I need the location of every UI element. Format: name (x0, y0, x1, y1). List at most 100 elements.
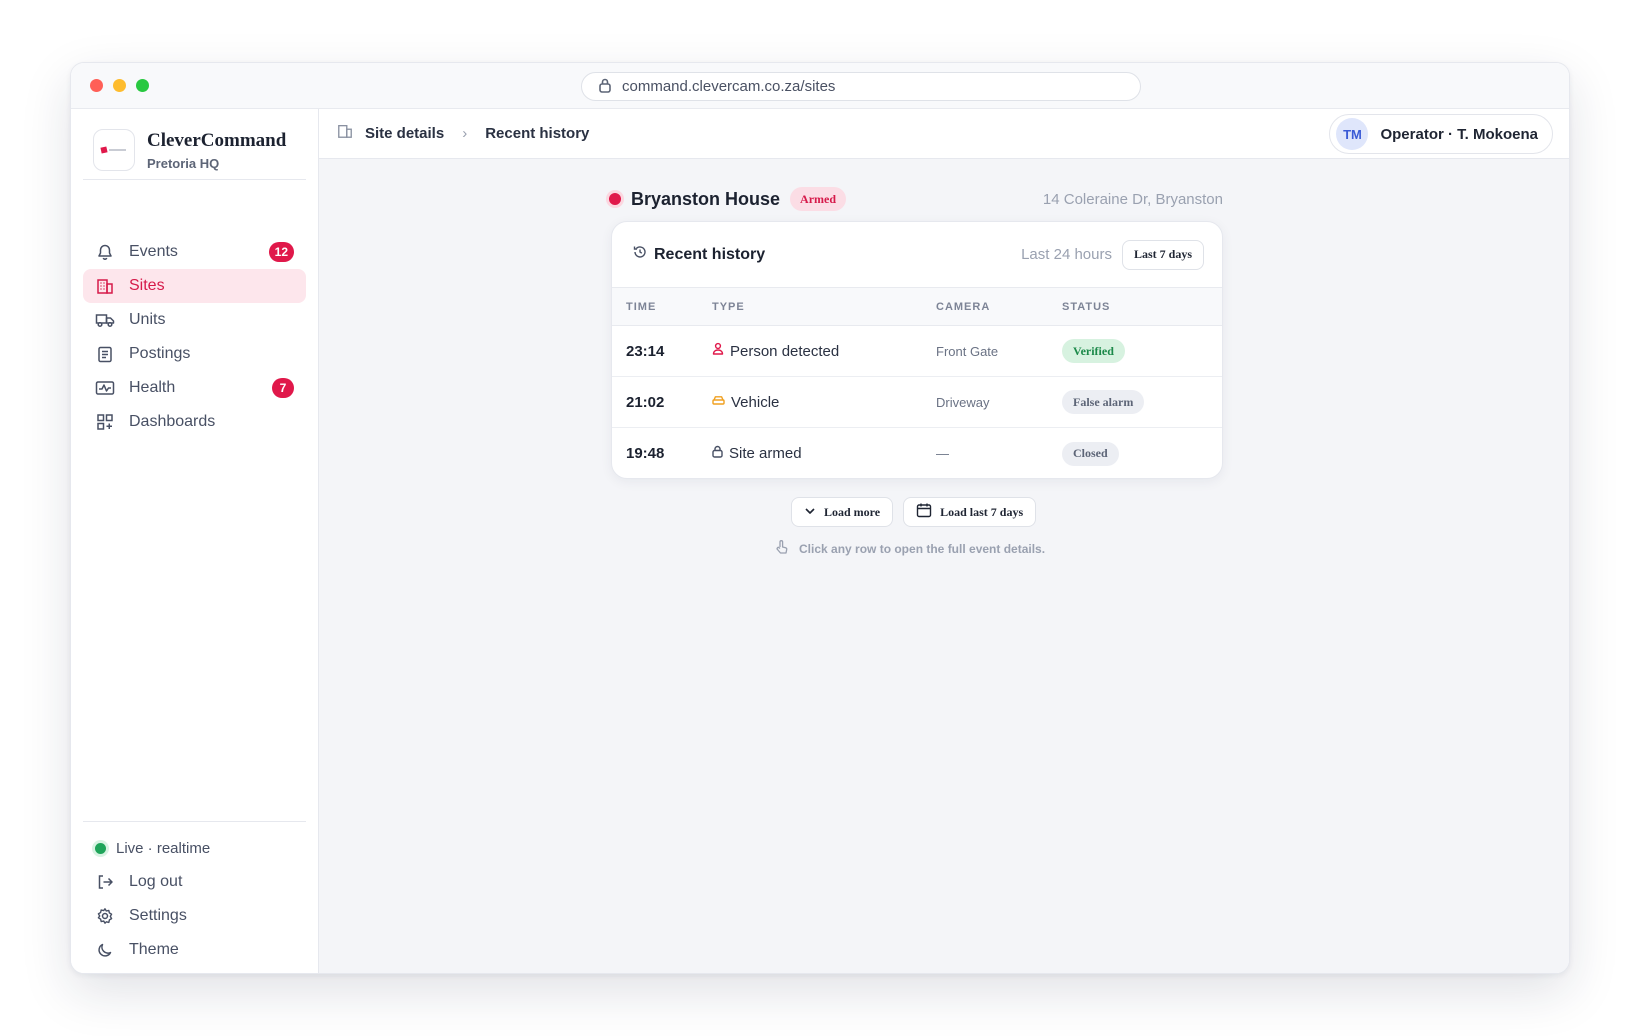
site-address: 14 Coleraine Dr, Bryanston (1042, 190, 1223, 208)
building-icon (95, 276, 115, 296)
calendar-icon (916, 502, 932, 522)
pointer-icon (775, 539, 789, 558)
sidebar-footer: Live · realtime Log out Settings Theme (83, 831, 306, 967)
breadcrumb-site-details[interactable]: Site details (365, 125, 444, 142)
events-count-badge: 12 (268, 242, 294, 262)
clipboard-icon (95, 344, 115, 364)
hint-text: Click any row to open the full event det… (799, 541, 1046, 556)
status-badge: Closed (1062, 441, 1119, 466)
theme-label: Theme (129, 941, 179, 958)
building-icon (337, 123, 353, 144)
event-time: 23:14 (626, 342, 665, 360)
column-header-camera: CAMERA (936, 300, 991, 313)
health-count-badge: 7 (272, 378, 294, 398)
event-type: Site armed (729, 445, 802, 462)
theme-toggle[interactable]: Theme (83, 933, 306, 967)
event-time: 19:48 (626, 445, 665, 462)
brand-subtitle: Pretoria HQ (147, 155, 220, 171)
sidebar-item-health[interactable]: Health 7 (83, 371, 306, 405)
maximize-window-button[interactable] (136, 79, 149, 92)
column-header-status: STATUS (1062, 300, 1111, 313)
close-window-button[interactable] (90, 79, 103, 92)
row-click-hint: Click any row to open the full event det… (775, 539, 1045, 558)
lock-icon (598, 77, 612, 97)
browser-window: command.clevercam.co.za/sites CleverComm… (70, 62, 1570, 974)
load-more-button[interactable]: Load more (791, 497, 894, 527)
event-camera: Driveway (936, 394, 990, 410)
sidebar-item-label: Postings (129, 345, 191, 362)
table-row[interactable]: 23:14 Person detected Front Gate Verifie… (612, 326, 1222, 377)
site-name: Bryanston House (631, 188, 781, 209)
person-icon (712, 342, 724, 360)
gear-icon (95, 906, 115, 926)
card-header: Recent history Last 24 hours Last 7 days (612, 222, 1222, 288)
truck-icon (95, 310, 115, 330)
range-option-24h[interactable]: Last 24 hours (1021, 246, 1112, 263)
brand-name: CleverCommand (147, 129, 287, 151)
brand-logo (93, 129, 135, 171)
event-type-cell: Vehicle (712, 393, 936, 411)
event-time: 21:02 (626, 393, 665, 411)
sidebar-item-dashboards[interactable]: Dashboards (83, 405, 306, 439)
load-last-label: Load last 7 days (940, 504, 1024, 519)
user-menu[interactable]: TM Operator · T. Mokoena (1329, 114, 1553, 154)
address-bar[interactable]: command.clevercam.co.za/sites (581, 72, 1141, 101)
table-row[interactable]: 21:02 Vehicle Driveway False alarm (612, 377, 1222, 428)
sidebar-item-events[interactable]: Events 12 (83, 235, 306, 269)
site-status-dot (609, 193, 621, 205)
user-label: Operator · T. Mokoena (1380, 125, 1538, 143)
breadcrumb-recent-history: Recent history (485, 125, 590, 142)
event-type-cell: Site armed (712, 445, 936, 463)
live-indicator (95, 842, 106, 854)
lock-icon (712, 445, 723, 463)
settings-button[interactable]: Settings (83, 899, 306, 933)
minimize-window-button[interactable] (113, 79, 126, 92)
table-row[interactable]: 19:48 Site armed — Closed (612, 428, 1222, 478)
sidebar-item-label: Units (129, 311, 166, 328)
load-last-7-days-button[interactable]: Load last 7 days (903, 497, 1037, 527)
sidebar-item-units[interactable]: Units (83, 303, 306, 337)
event-type: Person detected (730, 342, 840, 360)
armed-status-badge: Armed (790, 187, 847, 211)
sidebar-nav: Events 12 Sites Units Postings Health 7 … (83, 235, 306, 439)
sidebar-item-label: Dashboards (129, 413, 216, 430)
event-type: Vehicle (731, 393, 780, 411)
live-status: Live · realtime (83, 831, 306, 865)
window-controls (90, 79, 149, 92)
sidebar-item-postings[interactable]: Postings (83, 337, 306, 371)
pulse-icon (95, 378, 115, 398)
column-header-time: TIME (626, 300, 657, 313)
live-status-label: Live · realtime (116, 839, 211, 857)
logout-button[interactable]: Log out (83, 865, 306, 899)
url-text: command.clevercam.co.za/sites (622, 78, 836, 95)
topbar: Site details › Recent history TM Operato… (319, 109, 1569, 159)
avatar: TM (1336, 118, 1369, 150)
sidebar-item-label: Health (129, 379, 176, 396)
event-camera: Front Gate (936, 343, 999, 359)
status-badge: Verified (1062, 339, 1125, 363)
range-7d-button[interactable]: Last 7 days (1121, 239, 1204, 270)
history-actions: Load more Load last 7 days (791, 497, 1037, 527)
sidebar-divider (83, 821, 306, 822)
sidebar-item-sites[interactable]: Sites (83, 269, 306, 303)
column-header-type: TYPE (712, 300, 745, 313)
sidebar-item-label: Sites (129, 277, 165, 294)
recent-history-card: Recent history Last 24 hours Last 7 days… (611, 221, 1223, 479)
status-badge: False alarm (1062, 390, 1145, 414)
bell-icon (95, 242, 115, 262)
browser-chrome: command.clevercam.co.za/sites (71, 63, 1569, 109)
history-icon (632, 244, 648, 265)
sidebar-item-label: Events (129, 243, 178, 260)
brand[interactable]: CleverCommand Pretoria HQ (93, 129, 286, 171)
settings-label: Settings (129, 907, 187, 924)
load-more-label: Load more (824, 504, 881, 519)
chevron-right-icon: › (462, 125, 468, 142)
table-header: TIME TYPE CAMERA STATUS (612, 288, 1222, 326)
grid-plus-icon (95, 412, 115, 432)
logout-label: Log out (129, 873, 183, 890)
card-title: Recent history (654, 245, 766, 263)
logout-icon (95, 872, 115, 892)
main-content: Site details › Recent history TM Operato… (319, 109, 1569, 973)
moon-icon (95, 940, 115, 960)
site-header: Bryanston House Armed 14 Coleraine Dr, B… (609, 185, 1223, 213)
